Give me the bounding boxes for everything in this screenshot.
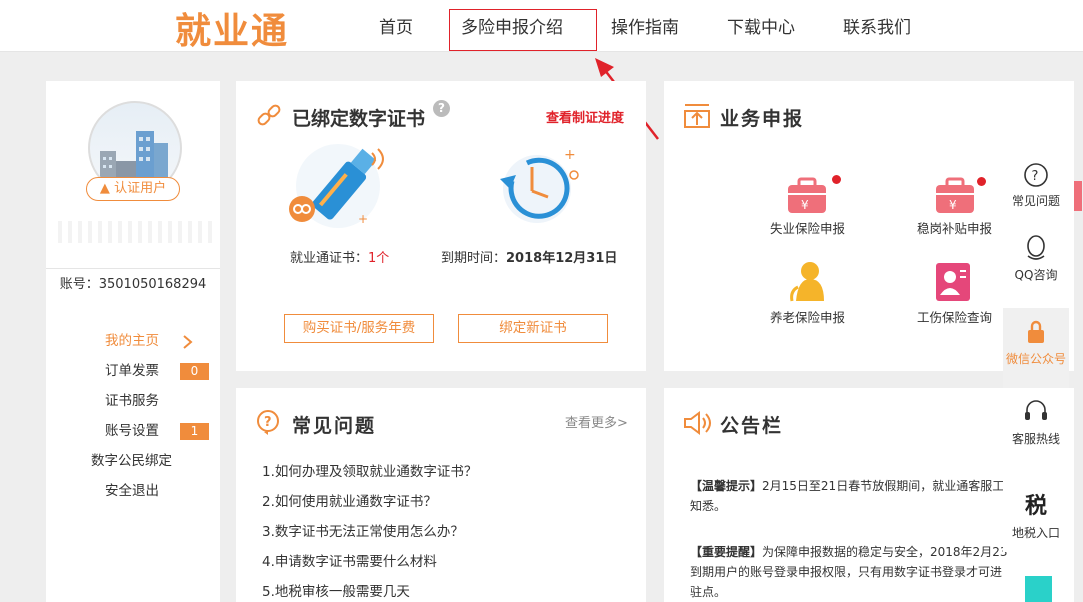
faq-item[interactable]: 4.申请数字证书需要什么材料 <box>262 550 437 570</box>
site-logo[interactable]: 就业通 <box>175 2 289 54</box>
float-tax-label: 地税入口 <box>1011 526 1060 540</box>
svg-text:¥: ¥ <box>949 198 957 212</box>
notice-title: 公告栏 <box>720 415 784 437</box>
nav-highlight-box <box>449 9 597 51</box>
notice-tag: 【温馨提示】 <box>690 479 763 493</box>
faq-panel: ? 常见问题 查看更多> 1.如何办理及领取就业通数字证书？ 2.如何使用就业通… <box>236 388 646 602</box>
upload-box-icon <box>684 104 710 128</box>
cert-progress-link[interactable]: 查看制证进度 <box>546 107 624 126</box>
svg-text:+: + <box>564 147 576 163</box>
user-sidebar: ▲ 认证用户 账号：3501050168294 我的主页 订单发票 0 证书服务… <box>46 81 220 602</box>
cert-panel: 已绑定数字证书 ? 查看制证进度 + 就业通证书：1个 + 到期时间：2018年… <box>236 81 646 371</box>
verified-user-badge: ▲ 认证用户 <box>86 177 180 201</box>
unemployment-insurance-icon[interactable]: ¥ <box>786 177 828 215</box>
floating-service-bar: ? 常见问题 QQ咨询 微信公众号 客服热线 税 地税入口 <box>1003 150 1069 602</box>
cert-count-label: 就业通证书： <box>290 251 369 266</box>
elderly-pension-icon[interactable] <box>786 259 830 303</box>
orders-count-badge: 0 <box>180 363 209 380</box>
link-icon <box>257 104 281 126</box>
biz-item-partial <box>1074 181 1082 211</box>
verified-label: 认证用户 <box>114 181 167 196</box>
notice-text: 为保障申报数据的稳定与安全，2018年2月23 <box>762 545 1008 559</box>
notice-item-1[interactable]: 【温馨提示】2月15日至21日春节放假期间，就业通客服工 <box>690 476 1004 496</box>
job-subsidy-icon[interactable]: ¥ <box>934 177 976 215</box>
notice-tag: 【重要提醒】 <box>690 545 763 559</box>
buy-cert-button[interactable]: 购买证书/服务年费 <box>284 314 434 343</box>
top-header: 就业通 首页 多险申报介绍 操作指南 下载中心 联系我们 <box>0 0 1083 52</box>
nav-contact[interactable]: 联系我们 <box>843 13 911 38</box>
cert-expire: 到期时间：2018年12月31日 <box>441 247 617 266</box>
cert-count-value: 1个 <box>368 251 390 266</box>
notice-item-2[interactable]: 【重要提醒】为保障申报数据的稳定与安全，2018年2月23 <box>690 542 1007 562</box>
new-dot <box>832 175 841 184</box>
float-faq-label: 常见问题 <box>1011 194 1060 208</box>
verify-icon: ▲ <box>99 181 110 196</box>
faq-item[interactable]: 5.地税审核一般需要几天 <box>262 580 410 600</box>
biz-job-subsidy[interactable]: 稳岗补贴申报 <box>917 218 992 237</box>
nav-guide[interactable]: 操作指南 <box>611 13 679 38</box>
business-title: 业务申报 <box>720 108 805 130</box>
help-icon[interactable]: ? <box>433 100 450 117</box>
faq-item[interactable]: 3.数字证书无法正常使用怎么办？ <box>262 520 464 540</box>
biz-injury-query[interactable]: 工伤保险查询 <box>917 307 992 326</box>
usb-key-icon: + <box>289 144 384 228</box>
back-to-top-button[interactable] <box>1025 576 1052 602</box>
float-tax[interactable]: 税 地税入口 <box>1003 480 1069 552</box>
qq-icon <box>1027 235 1045 260</box>
faq-title: 常见问题 <box>292 415 377 437</box>
expire-value: 2018年12月31日 <box>506 251 618 266</box>
cert-count: 就业通证书：1个 <box>290 247 389 266</box>
account-number: 账号：3501050168294 <box>59 277 207 292</box>
menu-my-home[interactable]: 我的主页 <box>105 329 159 349</box>
cert-title: 已绑定数字证书 <box>292 108 426 130</box>
speaker-icon <box>684 411 711 435</box>
svg-text:?: ? <box>1032 169 1039 184</box>
menu-account-settings[interactable]: 账号设置 <box>105 419 159 439</box>
faq-item[interactable]: 1.如何办理及领取就业通数字证书？ <box>262 460 477 480</box>
tax-icon: 税 <box>1024 494 1047 519</box>
bind-cert-button[interactable]: 绑定新证书 <box>458 314 608 343</box>
menu-logout[interactable]: 安全退出 <box>105 479 159 499</box>
question-bubble-icon: ? <box>257 410 279 435</box>
chevron-right-icon <box>183 335 193 349</box>
float-hotline[interactable]: 客服热线 <box>1003 398 1069 462</box>
nav-home[interactable]: 首页 <box>379 13 413 38</box>
svg-text:¥: ¥ <box>801 198 809 212</box>
settings-count-badge: 1 <box>180 423 209 440</box>
biz-unemployment[interactable]: 失业保险申报 <box>770 218 845 237</box>
float-wechat-label: 微信公众号 <box>1005 352 1066 366</box>
divider <box>46 268 220 269</box>
float-hotline-label: 客服热线 <box>1011 432 1060 446</box>
menu-orders[interactable]: 订单发票 <box>105 359 159 379</box>
notice-item-2-cont: 到期用户的账号登录申报权限，只有用数字证书登录才可进 <box>690 565 1003 579</box>
float-qq-label: QQ咨询 <box>1014 268 1058 282</box>
faq-item[interactable]: 2.如何使用就业通数字证书？ <box>262 490 437 510</box>
notice-item-1-cont: 知悉。 <box>690 499 727 513</box>
svg-text:+: + <box>358 212 368 226</box>
nav-download[interactable]: 下载中心 <box>727 13 795 38</box>
faq-more-link[interactable]: 查看更多> <box>565 412 628 431</box>
float-wechat[interactable]: 微信公众号 <box>1003 308 1069 388</box>
float-faq[interactable]: ? 常见问题 <box>1003 160 1069 224</box>
injury-insurance-icon[interactable] <box>934 261 974 303</box>
float-qq[interactable]: QQ咨询 <box>1003 234 1069 298</box>
question-circle-icon: ? <box>1024 163 1048 187</box>
notice-text: 2月15日至21日春节放假期间，就业通客服工 <box>762 479 1005 493</box>
menu-cert-service[interactable]: 证书服务 <box>105 389 159 409</box>
menu-digital-citizen[interactable]: 数字公民绑定 <box>91 449 172 469</box>
wechat-lock-icon <box>1028 320 1044 343</box>
svg-text:?: ? <box>264 415 272 430</box>
new-dot <box>977 177 986 186</box>
headset-icon <box>1025 400 1047 420</box>
notice-item-2-cont2: 驻点。 <box>690 585 727 599</box>
username-redacted <box>52 221 218 243</box>
clock-icon: + <box>500 147 579 223</box>
biz-pension[interactable]: 养老保险申报 <box>770 307 845 326</box>
expire-label: 到期时间： <box>441 251 507 266</box>
